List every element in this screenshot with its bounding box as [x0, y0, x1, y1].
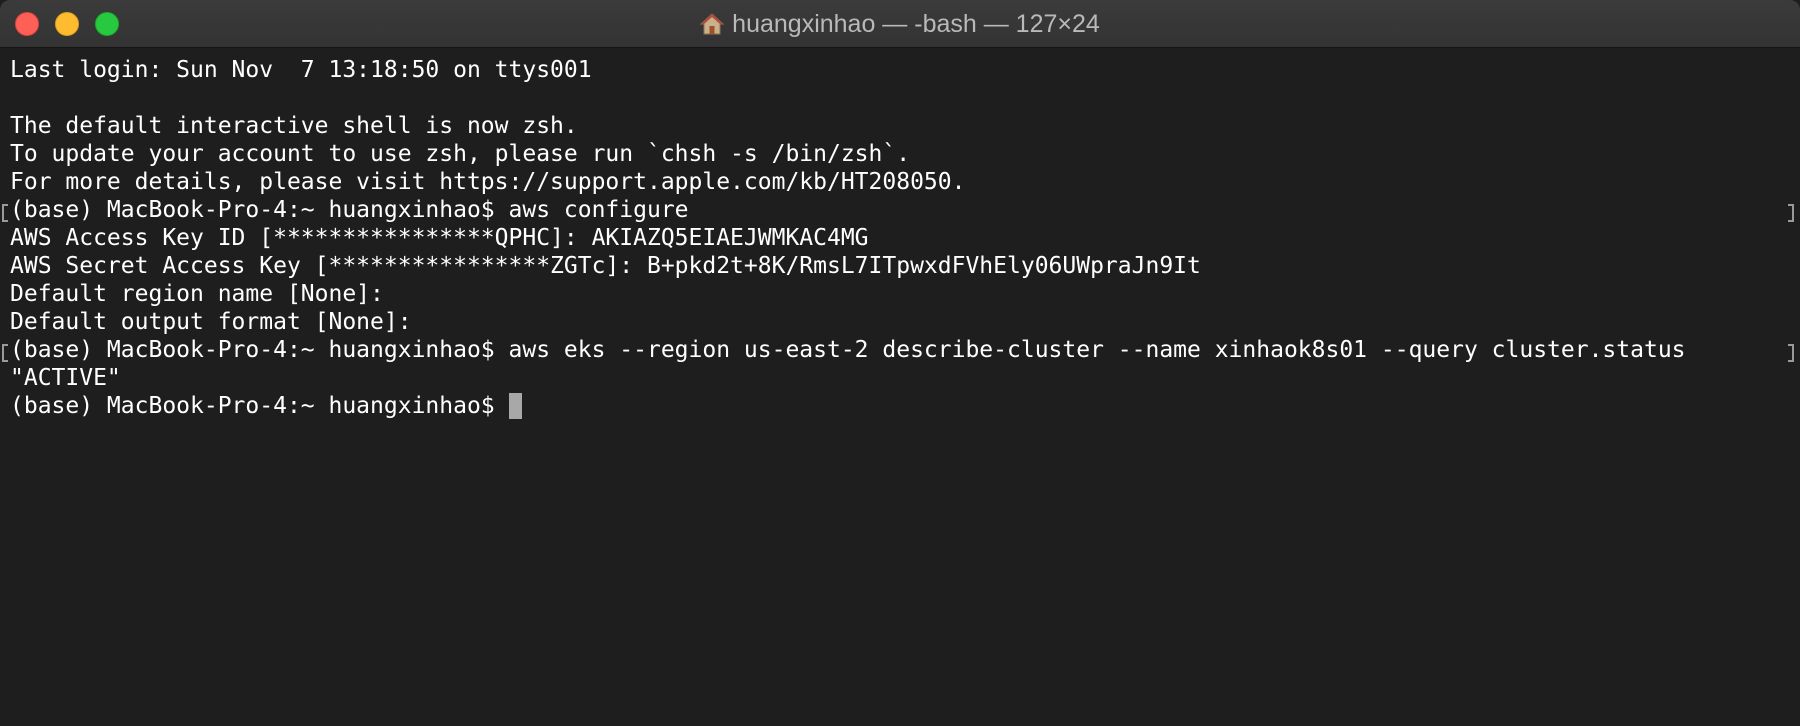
terminal-line: AWS Access Key ID [****************QPHC]… — [10, 225, 869, 251]
prompt-text: (base) MacBook-Pro-4:~ huangxinhao$ — [10, 393, 509, 419]
terminal-line: The default interactive shell is now zsh… — [10, 113, 578, 139]
terminal-line: (base) MacBook-Pro-4:~ huangxinhao$ aws … — [10, 337, 1686, 363]
command-mark-right — [1788, 204, 1794, 222]
window-title: huangxinhao — -bash — 127×24 — [0, 0, 1800, 48]
terminal-window: huangxinhao — -bash — 127×24 Last login:… — [0, 0, 1800, 726]
terminal-line: (base) MacBook-Pro-4:~ huangxinhao$ aws … — [10, 197, 689, 223]
terminal-line: Last login: Sun Nov 7 13:18:50 on ttys00… — [10, 57, 592, 83]
terminal-line: Default region name [None]: — [10, 281, 384, 307]
terminal-line: AWS Secret Access Key [****************Z… — [10, 253, 1201, 279]
text-cursor — [508, 393, 522, 419]
terminal-line: To update your account to use zsh, pleas… — [10, 141, 911, 167]
command-mark-left — [2, 204, 8, 222]
terminal-line: Default output format [None]: — [10, 309, 412, 335]
command-mark-right — [1788, 344, 1794, 362]
title-bar[interactable]: huangxinhao — -bash — 127×24 — [0, 0, 1800, 48]
terminal-line: For more details, please visit https://s… — [10, 169, 966, 195]
command-mark-left — [2, 344, 8, 362]
home-icon — [699, 4, 725, 52]
terminal-line: "ACTIVE" — [10, 365, 121, 391]
prompt-line[interactable]: (base) MacBook-Pro-4:~ huangxinhao$ — [10, 392, 522, 420]
terminal-content[interactable]: Last login: Sun Nov 7 13:18:50 on ttys00… — [0, 48, 1800, 726]
window-title-text: huangxinhao — -bash — 127×24 — [732, 10, 1100, 38]
